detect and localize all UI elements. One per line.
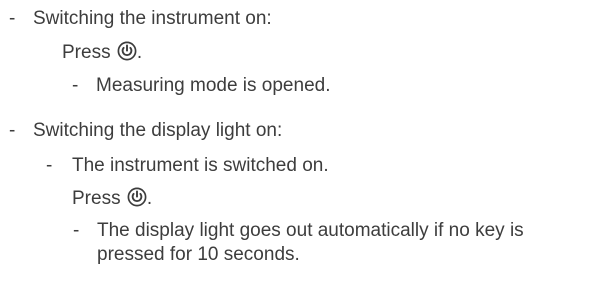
bullet-dash: - [72,75,79,96]
precondition-text: The instrument is switched on. [72,155,329,176]
item-heading-display-light-on: Switching the display light on: [33,120,283,141]
result-text-line2: pressed for 10 seconds. [97,244,300,265]
press-label: Press [62,42,111,63]
press-instruction: Press . [72,187,152,210]
power-key-icon [127,187,147,207]
press-suffix: . [146,188,153,209]
press-instruction: Press . [62,41,142,64]
item-heading-instrument-on: Switching the instrument on: [33,8,272,29]
bullet-dash: - [9,120,16,141]
result-text: Measuring mode is opened. [96,75,331,96]
power-key-icon [117,41,137,61]
bullet-dash: - [46,155,53,176]
press-label: Press [72,188,121,209]
bullet-dash: - [9,8,16,29]
result-text-line1: The display light goes out automatically… [97,220,524,241]
bullet-dash: - [73,220,80,241]
press-suffix: . [136,42,143,63]
